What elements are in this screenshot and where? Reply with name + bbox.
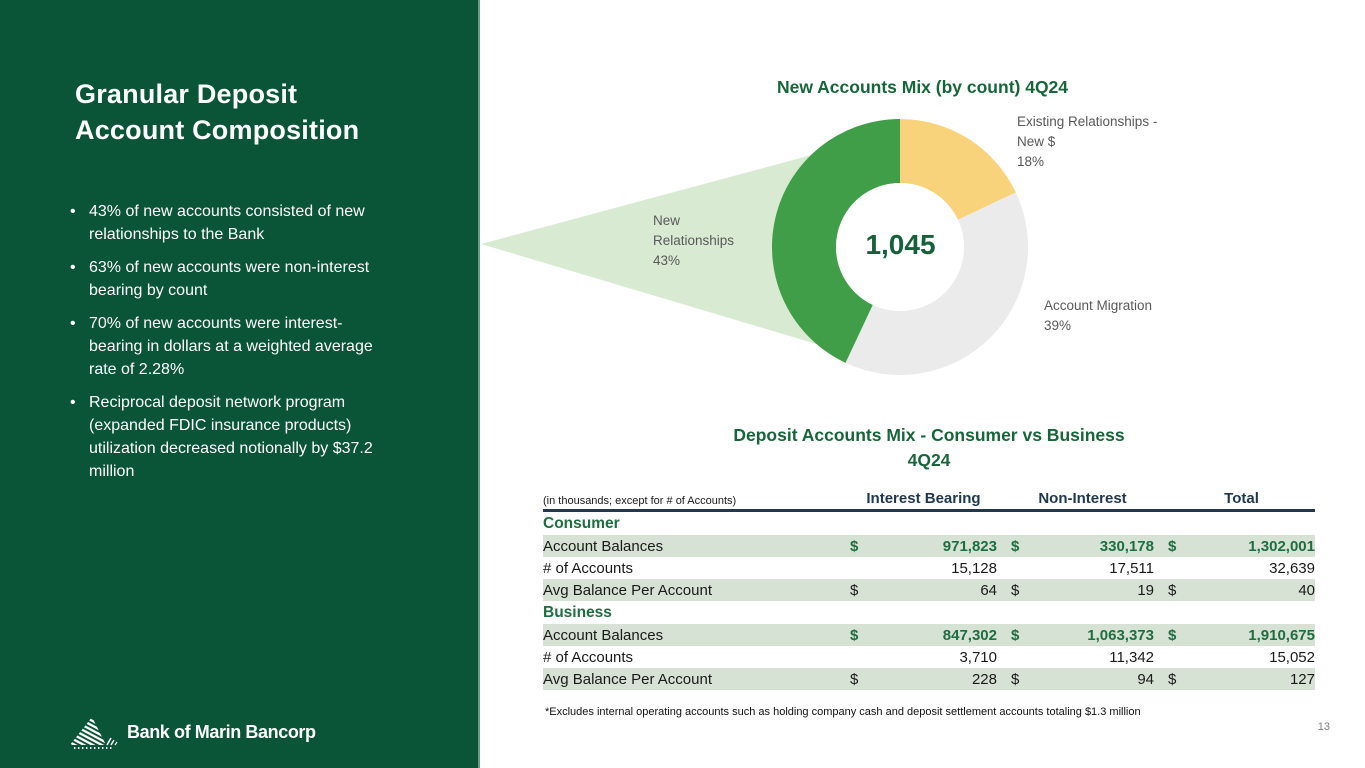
table-row-consumer-avg-balance: Avg Balance Per Account $ 64 $ 19 $ 40 [543,579,1315,601]
table-units-note: (in thousands; except for # of Accounts) [543,495,850,507]
currency-sign: $ [850,538,870,555]
cell-value: 94 [1031,671,1154,688]
table-row-business-account-balances: Account Balances $ 847,302 $ 1,063,373 $… [543,624,1315,646]
logo-text: Bank of Marin Bancorp [127,722,316,743]
mountain-icon [68,714,120,750]
row-label: Account Balances [543,627,850,644]
table-title-line1: Deposit Accounts Mix - Consumer vs Busin… [543,423,1315,448]
table-row-consumer-num-accounts: # of Accounts 15,128 17,511 32,639 [543,557,1315,579]
sidebar: Granular Deposit Account Composition 43%… [0,0,480,768]
cell-value: 1,302,001 [1188,538,1315,555]
currency-sign: $ [1011,582,1031,599]
cell-value: 15,052 [1188,649,1315,666]
bullet-item: 43% of new accounts consisted of new rel… [68,200,448,246]
page-number: 13 [1296,721,1330,733]
row-label: # of Accounts [543,560,850,577]
bullet-item: 63% of new accounts were non-interest be… [68,256,448,302]
donut-center-total: 1,045 [830,229,971,261]
currency-sign: $ [1011,671,1031,688]
cell-value: 971,823 [870,538,997,555]
deposit-accounts-table: (in thousands; except for # of Accounts)… [543,488,1315,690]
section-header-consumer: Consumer [543,512,1315,535]
row-label: # of Accounts [543,649,850,666]
cell-value: 330,178 [1031,538,1154,555]
currency-sign: $ [1168,538,1188,555]
currency-sign: $ [1011,627,1031,644]
table-row-consumer-account-balances: Account Balances $ 971,823 $ 330,178 $ 1… [543,535,1315,557]
cell-value: 11,342 [1031,649,1154,666]
table-row-business-avg-balance: Avg Balance Per Account $ 228 $ 94 $ 127 [543,668,1315,690]
table-title-line2: 4Q24 [543,448,1315,473]
cell-value: 1,910,675 [1188,627,1315,644]
donut-chart-title: New Accounts Mix (by count) 4Q24 [480,77,1365,98]
bullet-item: 70% of new accounts were interest- beari… [68,312,448,381]
segment-label-existing-relationships: Existing Relationships - New $ 18% [1017,112,1157,172]
column-header-interest-bearing: Interest Bearing [850,490,997,507]
table-title: Deposit Accounts Mix - Consumer vs Busin… [543,423,1315,473]
currency-sign: $ [1011,538,1031,555]
cell-value: 127 [1188,671,1315,688]
cell-value: 40 [1188,582,1315,599]
segment-label-account-migration: Account Migration 39% [1044,296,1152,336]
cell-value: 3,710 [870,649,997,666]
row-label: Account Balances [543,538,850,555]
slide: Granular Deposit Account Composition 43%… [0,0,1365,768]
currency-sign: $ [1168,671,1188,688]
table-header-row: (in thousands; except for # of Accounts)… [543,488,1315,512]
column-header-non-interest: Non-Interest [1011,490,1154,507]
row-label: Avg Balance Per Account [543,671,850,688]
section-header-business: Business [543,601,1315,624]
currency-sign: $ [1168,627,1188,644]
cell-value: 15,128 [870,560,997,577]
cell-value: 19 [1031,582,1154,599]
bullet-item: Reciprocal deposit network program (expa… [68,391,448,483]
row-label: Avg Balance Per Account [543,582,850,599]
table-row-business-num-accounts: # of Accounts 3,710 11,342 15,052 [543,646,1315,668]
currency-sign: $ [1168,582,1188,599]
currency-sign: $ [850,582,870,599]
cell-value: 17,511 [1031,560,1154,577]
currency-sign: $ [850,627,870,644]
page-title: Granular Deposit Account Composition [75,76,445,148]
currency-sign: $ [850,671,870,688]
cell-value: 64 [870,582,997,599]
segment-label-new-relationships: New Relationships 43% [653,211,734,271]
cell-value: 1,063,373 [1031,627,1154,644]
cell-value: 228 [870,671,997,688]
cell-value: 32,639 [1188,560,1315,577]
column-header-total: Total [1168,490,1315,507]
cell-value: 847,302 [870,627,997,644]
table-footnote: *Excludes internal operating accounts su… [545,706,1245,718]
company-logo: Bank of Marin Bancorp [68,714,316,750]
bullet-list: 43% of new accounts consisted of new rel… [68,200,448,493]
